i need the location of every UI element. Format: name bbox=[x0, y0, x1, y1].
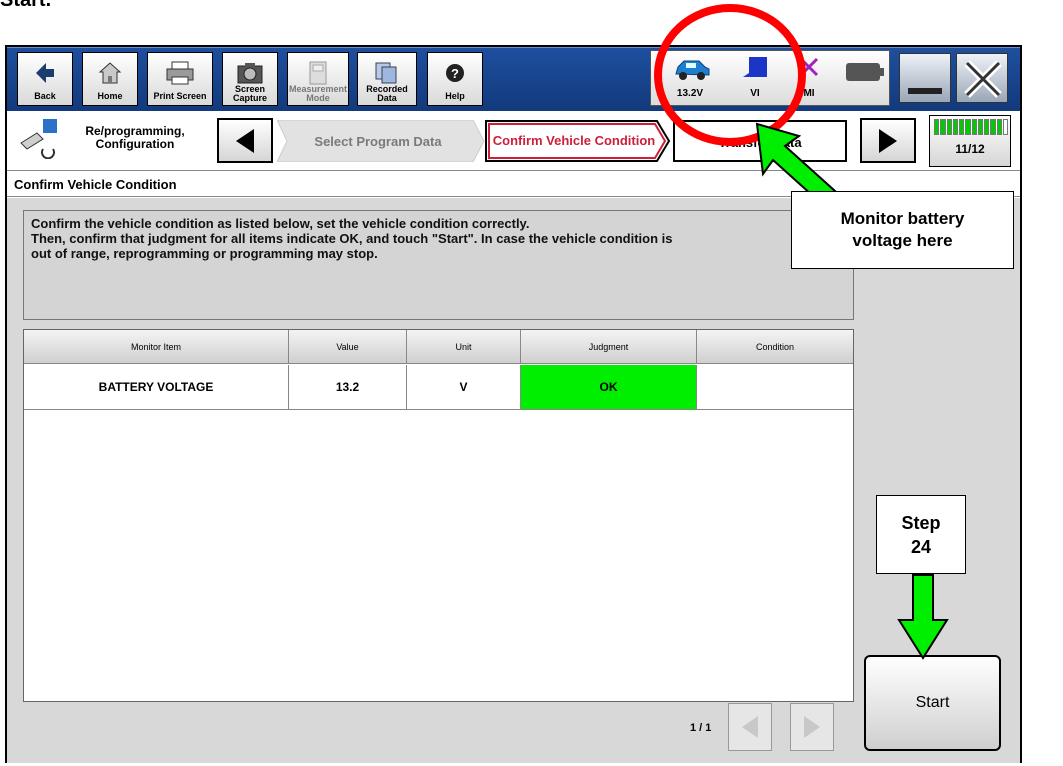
close-icon bbox=[961, 57, 1005, 106]
column-header-unit[interactable]: Unit bbox=[407, 330, 521, 364]
svg-text:?: ? bbox=[451, 66, 459, 81]
page-prev-button[interactable] bbox=[728, 703, 772, 751]
help-button[interactable]: ? Help bbox=[427, 52, 483, 106]
cell-judgment-status-badge: OK bbox=[521, 365, 697, 410]
recorded-data-button[interactable]: Recorded Data bbox=[357, 52, 417, 106]
green-arrow-down bbox=[897, 574, 949, 665]
right-triangle-icon bbox=[804, 716, 820, 738]
print-screen-button[interactable]: Print Screen bbox=[147, 52, 213, 106]
minimize-button[interactable] bbox=[899, 53, 951, 103]
measurement-mode-button[interactable]: Measurement Mode bbox=[287, 52, 349, 106]
progress-segment bbox=[952, 119, 958, 135]
column-header-condition[interactable]: Condition bbox=[697, 330, 853, 364]
home-button[interactable]: Home bbox=[82, 52, 138, 106]
back-button[interactable]: Back bbox=[17, 52, 73, 106]
cell-monitor-item: BATTERY VOLTAGE bbox=[24, 365, 289, 410]
progress-segment bbox=[996, 119, 1002, 135]
callout-step: Step 24 bbox=[876, 495, 966, 574]
printer-icon bbox=[148, 59, 212, 87]
cell-value: 13.2 bbox=[289, 365, 407, 410]
progress-segment bbox=[990, 119, 996, 135]
close-button[interactable] bbox=[956, 53, 1008, 103]
progress-bar bbox=[934, 119, 1008, 135]
start-button[interactable]: Start bbox=[864, 655, 1001, 751]
minimize-icon bbox=[908, 88, 942, 94]
instructions-panel: Confirm the vehicle condition as listed … bbox=[23, 210, 854, 320]
page-caption: Start. bbox=[0, 0, 52, 11]
cell-unit: V bbox=[407, 365, 521, 410]
page-indicator: 1 / 1 bbox=[690, 722, 712, 734]
progress-segment bbox=[984, 119, 990, 135]
left-triangle-icon bbox=[236, 128, 254, 153]
camera-icon bbox=[223, 59, 277, 87]
monitor-table: Monitor Item Value Unit Judgment Conditi… bbox=[23, 329, 854, 702]
left-triangle-icon bbox=[742, 716, 758, 738]
next-step-button[interactable] bbox=[860, 118, 916, 163]
progress-segment bbox=[959, 119, 965, 135]
right-triangle-icon bbox=[879, 128, 897, 153]
screen-capture-button[interactable]: Screen Capture bbox=[222, 52, 278, 106]
progress-segment bbox=[965, 119, 971, 135]
column-header-monitor-item[interactable]: Monitor Item bbox=[24, 330, 289, 364]
column-header-judgment[interactable]: Judgment bbox=[521, 330, 697, 364]
progress-segment bbox=[940, 119, 946, 135]
meter-icon bbox=[288, 59, 348, 87]
battery-icon bbox=[845, 61, 885, 88]
prev-step-button[interactable] bbox=[217, 118, 273, 163]
progress-segment bbox=[971, 119, 977, 135]
reprogramming-icon bbox=[17, 117, 61, 164]
recorded-data-icon bbox=[358, 59, 416, 87]
help-icon: ? bbox=[428, 59, 482, 87]
progress-segment bbox=[977, 119, 983, 135]
progress-segment bbox=[934, 119, 940, 135]
column-header-value[interactable]: Value bbox=[289, 330, 407, 364]
step-navigation-bar: Re/programming, Configuration Select Pro… bbox=[7, 111, 1020, 171]
back-arrow-icon bbox=[18, 59, 72, 87]
cell-condition bbox=[697, 365, 853, 410]
section-label: Re/programming, Configuration bbox=[85, 124, 185, 151]
callout-monitor-battery: Monitor battery voltage here bbox=[791, 191, 1014, 269]
step-progress-indicator: 11/12 bbox=[929, 115, 1011, 167]
progress-segment bbox=[946, 119, 952, 135]
page-next-button[interactable] bbox=[790, 703, 834, 751]
progress-segment bbox=[1002, 119, 1008, 135]
home-icon bbox=[83, 59, 137, 87]
